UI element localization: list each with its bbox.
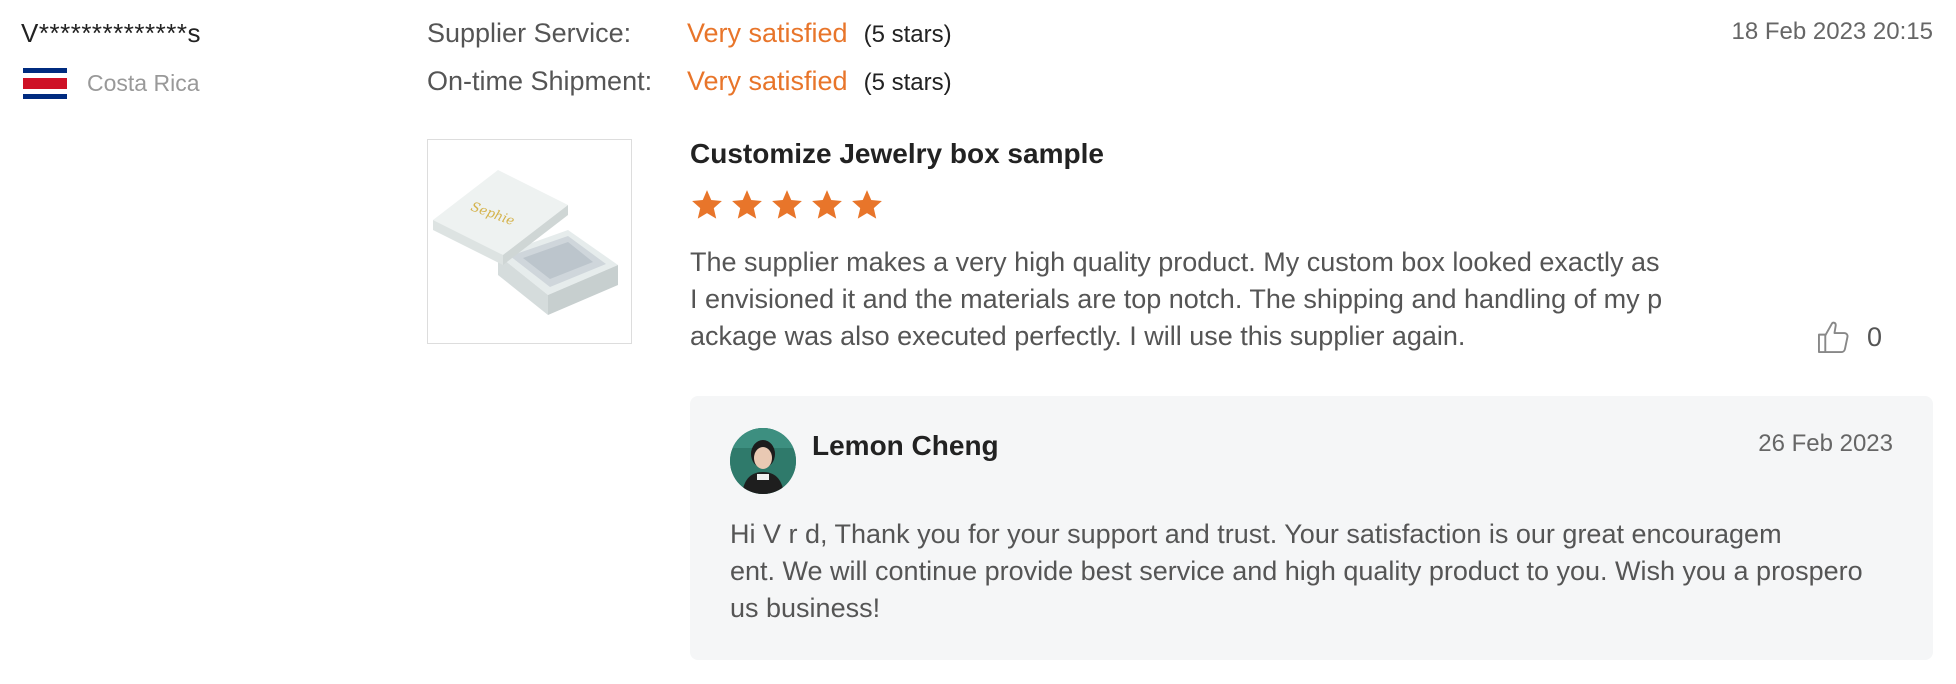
thumbs-up-icon[interactable] (1815, 318, 1853, 356)
replier-avatar-image (730, 428, 796, 494)
star-rating (690, 188, 890, 222)
rating-value: Very satisfied (687, 66, 848, 96)
reply-date: 26 Feb 2023 (1758, 430, 1893, 457)
product-title[interactable]: Customize Jewelry box sample (690, 138, 1104, 170)
review-date: 18 Feb 2023 20:15 (1731, 18, 1933, 45)
star-icon (692, 190, 722, 219)
jewelry-box-image: Sephie (428, 140, 631, 343)
reply-text: Hi V r d, Thank you for your support and… (730, 519, 1863, 623)
avatar (730, 428, 796, 494)
like-count: 0 (1867, 321, 1883, 352)
star-icon (732, 190, 762, 219)
reviewer-name: V**************s (21, 18, 201, 48)
supplier-reply: Lemon Cheng 26 Feb 2023 Hi V r d, Thank … (690, 396, 1933, 660)
star-icon (772, 190, 802, 219)
rating-label: On-time Shipment: (427, 66, 653, 96)
rating-stars-text: (5 stars) (863, 69, 952, 96)
country-name: Costa Rica (87, 70, 200, 96)
on-time-shipment-rating: On-time Shipment: Very satisfied (5 star… (427, 66, 952, 97)
star-icon (812, 190, 842, 219)
like-button[interactable]: 0 (1815, 318, 1882, 356)
rating-stars-text: (5 stars) (863, 21, 952, 48)
rating-label: Supplier Service: (427, 18, 632, 48)
costa-rica-flag-icon (23, 68, 67, 99)
star-icon (852, 190, 882, 219)
review-text: The supplier makes a very high quality p… (690, 247, 1663, 351)
rating-value: Very satisfied (687, 18, 848, 48)
replier-name: Lemon Cheng (812, 430, 999, 461)
reviewer-country: Costa Rica (23, 68, 199, 99)
supplier-service-rating: Supplier Service: Very satisfied (5 star… (427, 18, 952, 49)
product-thumbnail[interactable]: Sephie (427, 139, 632, 344)
